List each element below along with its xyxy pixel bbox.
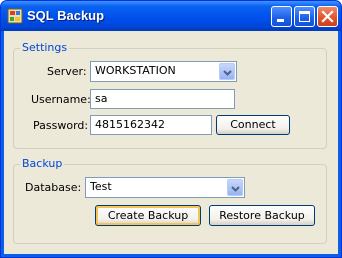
chevron-down-icon xyxy=(223,70,232,76)
server-dropdown-button[interactable] xyxy=(219,63,235,80)
password-field[interactable]: 4815162342 xyxy=(90,115,212,135)
settings-group: Settings Server: WORKSTATION Username: s… xyxy=(13,41,327,149)
app-window: SQL Backup Settings Server: WORKSTATION xyxy=(0,0,342,258)
minimize-icon xyxy=(277,19,284,22)
maximize-icon xyxy=(299,11,310,22)
password-value: 4815162342 xyxy=(95,118,165,131)
client-area: Settings Server: WORKSTATION Username: s… xyxy=(4,31,338,254)
database-dropdown-button[interactable] xyxy=(227,179,243,196)
title-bar[interactable]: SQL Backup xyxy=(1,1,341,31)
server-select[interactable]: WORKSTATION xyxy=(90,61,237,82)
username-label: Username: xyxy=(31,93,91,106)
window-title: SQL Backup xyxy=(27,8,105,23)
close-button[interactable] xyxy=(317,6,338,27)
server-value: WORKSTATION xyxy=(95,64,176,77)
minimize-button[interactable] xyxy=(271,6,292,27)
chevron-down-icon xyxy=(231,186,240,192)
server-label: Server: xyxy=(47,65,87,78)
close-icon xyxy=(321,10,334,23)
maximize-button[interactable] xyxy=(294,6,315,27)
username-field[interactable]: sa xyxy=(90,89,235,109)
username-value: sa xyxy=(95,92,108,105)
database-value: Test xyxy=(90,180,112,193)
backup-group: Backup Database: Test Create Backup Rest… xyxy=(13,157,327,244)
password-label: Password: xyxy=(33,119,89,132)
database-select[interactable]: Test xyxy=(85,177,245,198)
restore-backup-button[interactable]: Restore Backup xyxy=(209,205,315,226)
connect-button[interactable]: Connect xyxy=(216,115,290,135)
create-backup-button[interactable]: Create Backup xyxy=(95,205,201,226)
backup-legend: Backup xyxy=(20,157,65,170)
settings-legend: Settings xyxy=(20,41,70,54)
database-app-icon[interactable] xyxy=(7,8,23,24)
database-label: Database: xyxy=(25,181,82,194)
